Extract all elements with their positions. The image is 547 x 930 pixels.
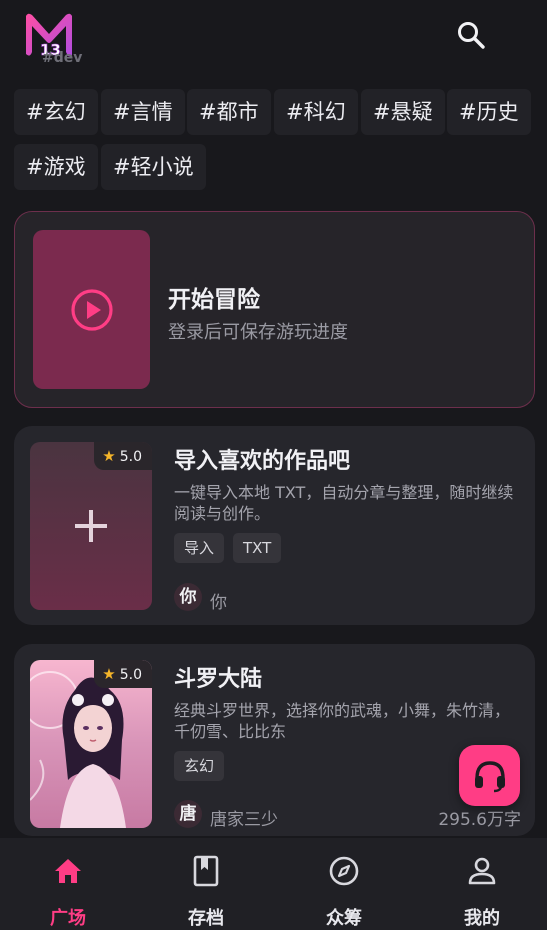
- headset-icon: [474, 760, 505, 792]
- tag-dushi[interactable]: #都市: [187, 89, 271, 135]
- nav-crowdfund-label: 众筹: [326, 908, 362, 929]
- author-name: 你: [210, 593, 227, 613]
- author-avatar: 唐: [174, 800, 202, 828]
- search-icon: [458, 22, 485, 49]
- nav-profile-label: 我的: [464, 908, 500, 929]
- compass-icon: [329, 856, 359, 886]
- nav-profile[interactable]: 我的: [414, 838, 547, 930]
- tag-xuanyi[interactable]: #悬疑: [361, 89, 445, 135]
- novel-card[interactable]: ★ 5.0 斗罗大陆 经典斗罗世界，选择你的武魂，小舞，朱竹清，千仞雪、比比东 玄…: [14, 644, 535, 836]
- star-icon: ★: [102, 665, 116, 683]
- person-icon: [468, 857, 496, 885]
- adventure-subtitle: 登录后可保存游玩进度: [168, 322, 348, 343]
- word-count: 295.6万字: [438, 810, 521, 830]
- chip-txt[interactable]: TXT: [233, 533, 282, 563]
- author-name: 唐家三少: [210, 810, 278, 830]
- app-header: 13 #dev: [0, 0, 547, 78]
- rating-badge: ★ 5.0: [94, 442, 152, 470]
- novel-description: 经典斗罗世界，选择你的武魂，小舞，朱竹清，千仞雪、比比东: [174, 701, 511, 741]
- tag-lishi[interactable]: #历史: [447, 89, 531, 135]
- bookmark-book-icon: [193, 855, 219, 887]
- adventure-cover: [33, 230, 150, 389]
- play-circle-icon: [70, 288, 113, 331]
- star-icon: ★: [102, 447, 116, 465]
- novel-title: 斗罗大陆: [174, 667, 263, 692]
- dev-label: #dev: [42, 50, 83, 66]
- tag-yanqing[interactable]: #言情: [101, 89, 185, 135]
- bottom-navigation: 广场 存档 众筹 我的: [0, 838, 547, 930]
- rating-badge: ★ 5.0: [94, 660, 152, 688]
- tag-xuanhuan[interactable]: #玄幻: [14, 89, 98, 135]
- import-description: 一键导入本地 TXT，自动分章与整理，随时继续阅读与创作。: [174, 483, 514, 523]
- plus-icon: [75, 510, 107, 542]
- import-works-card[interactable]: ★ 5.0 导入喜欢的作品吧 一键导入本地 TXT，自动分章与整理，随时继续阅读与…: [14, 426, 535, 625]
- rating-value: 5.0: [119, 667, 142, 683]
- customer-support-button[interactable]: [459, 745, 520, 806]
- chip-genre[interactable]: 玄幻: [174, 751, 225, 781]
- novel-cover[interactable]: ★ 5.0: [30, 660, 152, 828]
- start-adventure-card[interactable]: 开始冒险 登录后可保存游玩进度: [14, 211, 535, 408]
- tag-qingxiaoshuo[interactable]: #轻小说: [101, 144, 206, 190]
- tag-youxi[interactable]: #游戏: [14, 144, 98, 190]
- import-cover[interactable]: ★ 5.0: [30, 442, 152, 610]
- tag-kehuan[interactable]: #科幻: [274, 89, 358, 135]
- nav-saves-label: 存档: [188, 908, 224, 929]
- rating-value: 5.0: [119, 449, 142, 465]
- import-title: 导入喜欢的作品吧: [174, 449, 351, 474]
- home-icon: [55, 859, 81, 883]
- author-avatar: 你: [174, 583, 202, 611]
- adventure-title: 开始冒险: [168, 287, 260, 313]
- nav-plaza[interactable]: 广场: [0, 838, 136, 930]
- chip-import[interactable]: 导入: [174, 533, 225, 563]
- nav-plaza-label: 广场: [50, 908, 86, 929]
- search-button[interactable]: [456, 20, 486, 50]
- nav-saves[interactable]: 存档: [138, 838, 274, 930]
- nav-crowdfund[interactable]: 众筹: [276, 838, 412, 930]
